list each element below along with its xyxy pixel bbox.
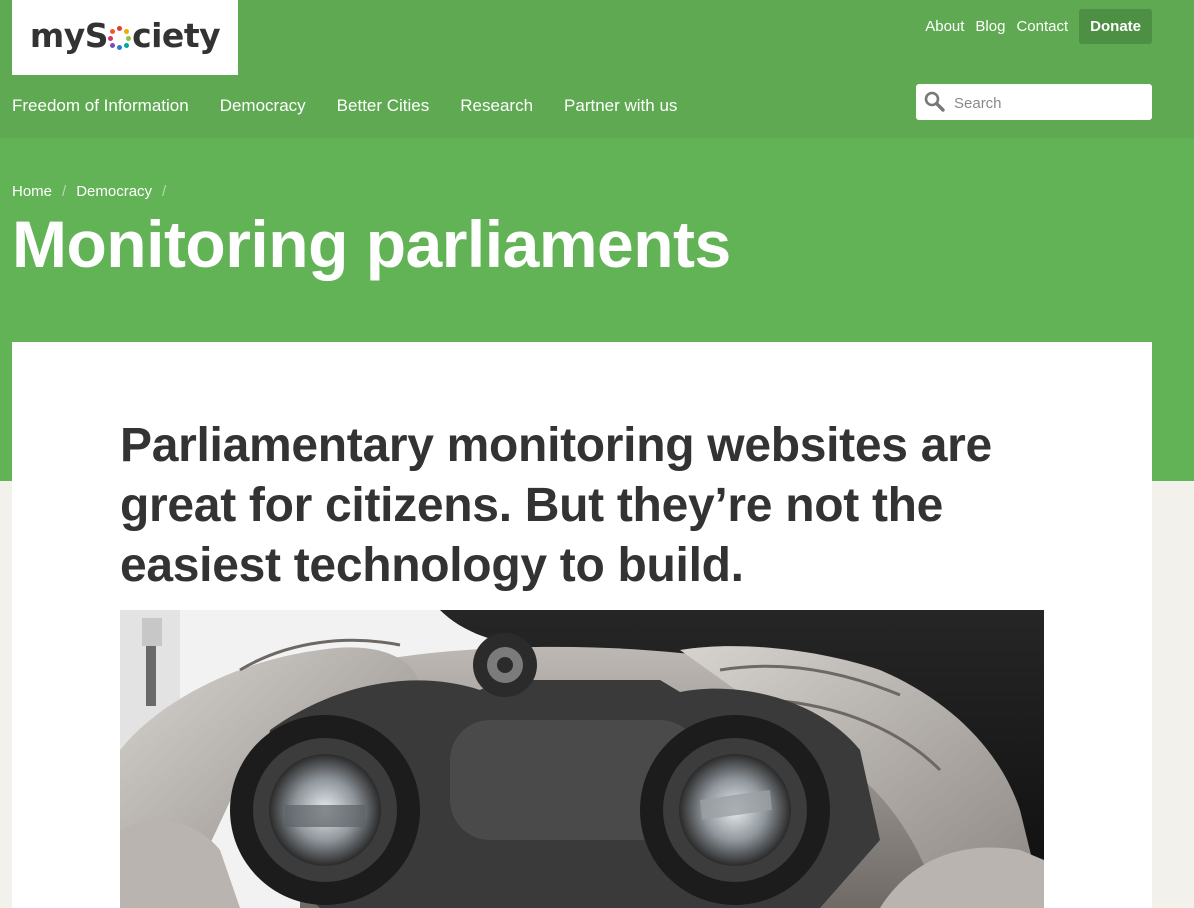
logo-wordmark: myS ciety — [29, 16, 221, 55]
donate-button[interactable]: Donate — [1079, 9, 1152, 44]
breadcrumb: Home / Democracy / — [12, 183, 176, 200]
nav-better-cities[interactable]: Better Cities — [337, 96, 430, 116]
logo-dots-icon — [108, 26, 132, 50]
main-nav: Freedom of Information Democracy Better … — [12, 96, 677, 116]
nav-freedom-of-information[interactable]: Freedom of Information — [12, 96, 189, 116]
binoculars-photo — [120, 610, 1044, 908]
utility-nav: About Blog Contact Donate — [914, 9, 1152, 44]
breadcrumb-separator: / — [62, 183, 67, 200]
breadcrumb-democracy[interactable]: Democracy — [76, 183, 152, 200]
search-icon[interactable] — [924, 91, 946, 113]
nav-research[interactable]: Research — [460, 96, 533, 116]
breadcrumb-separator: / — [162, 183, 167, 200]
lead-heading: Parliamentary monitoring websites are gr… — [120, 419, 992, 592]
page-title: Monitoring parliaments — [12, 207, 731, 281]
content-card: Parliamentary monitoring websites are gr… — [12, 342, 1152, 908]
site-logo[interactable]: myS ciety — [12, 0, 238, 75]
nav-democracy[interactable]: Democracy — [220, 96, 306, 116]
nav-blog[interactable]: Blog — [975, 18, 1005, 35]
breadcrumb-home[interactable]: Home — [12, 183, 52, 200]
nav-contact[interactable]: Contact — [1016, 18, 1068, 35]
nav-partner-with-us[interactable]: Partner with us — [564, 96, 677, 116]
search-box — [916, 84, 1152, 122]
binoculars-image — [120, 610, 1044, 908]
search-input[interactable] — [952, 84, 1146, 122]
nav-about[interactable]: About — [925, 18, 964, 35]
